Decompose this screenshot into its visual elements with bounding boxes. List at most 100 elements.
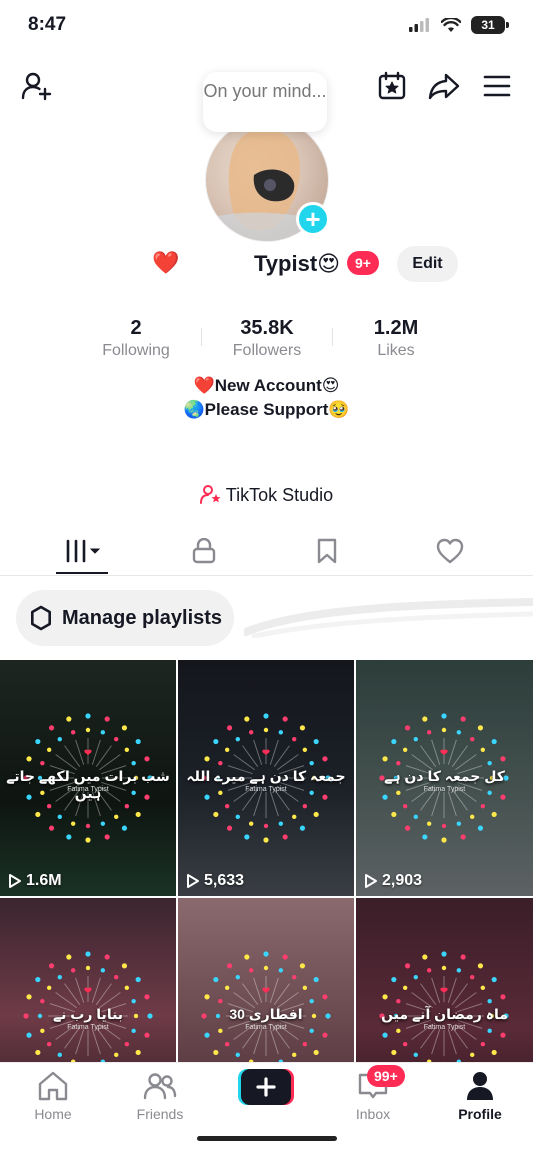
ring-ray — [242, 745, 259, 767]
manage-playlists-button[interactable]: Manage playlists — [16, 590, 234, 646]
ring-dot — [382, 1032, 388, 1038]
ring-dot — [441, 727, 447, 733]
ring-dot — [213, 738, 219, 745]
ring-dot — [114, 814, 119, 820]
video-thumbnail[interactable]: ❤ 30 افطاری Fatima Typist — [178, 898, 354, 1062]
stat-followers[interactable]: 35.8K Followers — [202, 316, 332, 362]
ring-dot — [470, 1052, 475, 1058]
gear-icon — [30, 605, 51, 631]
ring-ray — [91, 977, 101, 1003]
ring-dot — [104, 716, 110, 722]
nav-profile[interactable]: Profile — [435, 1071, 525, 1122]
ring-dot — [226, 725, 233, 731]
share-icon[interactable] — [426, 68, 462, 104]
video-watermark: Fatima Typist — [67, 1024, 109, 1031]
ring-dot — [404, 725, 411, 731]
ring-dot — [114, 1052, 119, 1058]
status-icons: 31 — [409, 16, 509, 34]
ring-dot — [391, 738, 397, 745]
ring-dot — [100, 968, 106, 973]
ring-dot — [500, 756, 506, 762]
video-thumbnail[interactable]: ❤ جمعہ کا دن ہے میرے اللہ Fatima Typist … — [178, 660, 354, 896]
video-thumbnail[interactable]: ❤ شب برات میں لکھے جاتے ہیں Fatima Typis… — [0, 660, 176, 896]
ring-dot — [302, 804, 308, 809]
ring-ray — [242, 983, 259, 1005]
ring-dot — [487, 998, 492, 1004]
video-thumbnail[interactable]: ❤ کل جمعہ کا دن ہے Fatima Typist 2,903 — [356, 660, 533, 896]
ring-dot — [313, 976, 319, 983]
calendar-star-icon[interactable] — [374, 68, 410, 104]
video-watermark: Fatima Typist — [245, 786, 287, 793]
ring-dot — [224, 985, 230, 990]
battery-icon: 31 — [471, 16, 509, 34]
ring-dot — [292, 1052, 297, 1058]
tiktok-studio-link[interactable]: TikTok Studio — [0, 484, 533, 506]
ring-ray — [269, 791, 279, 817]
nav-home[interactable]: Home — [8, 1071, 98, 1122]
ring-dot — [313, 1049, 319, 1056]
edit-profile-button[interactable]: Edit — [397, 246, 458, 282]
likes-count: 1.2M — [373, 317, 419, 339]
ring-dot — [322, 1032, 328, 1038]
ring-dot — [413, 1052, 418, 1058]
ring-dot — [104, 834, 110, 840]
ring-dot — [477, 725, 484, 731]
ring-dot — [226, 963, 233, 969]
nav-friends[interactable]: Friends — [115, 1071, 205, 1122]
ring-dot — [278, 821, 284, 826]
videos-grid-icon — [66, 539, 101, 563]
view-count: 1.6M — [8, 872, 62, 890]
plus-icon — [238, 1069, 294, 1105]
ring-dot — [470, 974, 475, 980]
ring-dot — [322, 794, 328, 800]
ring-dot — [391, 976, 397, 983]
ring-dot — [248, 730, 254, 735]
video-thumbnail[interactable]: ❤ بنایا رب نے Fatima Typist — [0, 898, 176, 1062]
username[interactable]: Typist😍 — [254, 251, 340, 277]
ring-ray — [269, 977, 279, 1003]
decorative-swoosh — [244, 598, 533, 638]
view-count-value: 5,633 — [204, 872, 245, 889]
ring-dot — [114, 974, 119, 980]
ring-dot — [218, 998, 223, 1004]
followers-count: 35.8K — [240, 317, 294, 339]
ring-dot — [404, 825, 411, 831]
ring-dot — [460, 716, 466, 722]
ring-dot — [46, 985, 52, 990]
ring-ray — [95, 745, 112, 767]
ring-dot — [57, 814, 62, 820]
content-tabs — [0, 528, 533, 576]
ring-ray — [64, 983, 81, 1005]
ring-dot — [124, 985, 130, 990]
create-button[interactable] — [238, 1069, 294, 1105]
stat-likes[interactable]: 1.2M Likes — [331, 316, 461, 362]
add-story-icon[interactable]: + — [296, 202, 330, 236]
tab-liked[interactable] — [420, 528, 480, 574]
ring-dot — [299, 825, 306, 831]
ring-dot — [85, 837, 91, 843]
nav-profile-label: Profile — [458, 1106, 502, 1122]
notification-badge[interactable]: 9+ — [347, 251, 379, 275]
video-watermark: Fatima Typist — [423, 786, 466, 793]
menu-icon[interactable] — [479, 68, 515, 104]
ring-dot — [114, 736, 119, 742]
bottom-nav: Home Friends Inbox 99+ Profile — [0, 1062, 533, 1156]
add-friend-icon[interactable] — [18, 68, 54, 104]
thought-bubble[interactable]: On your mind... — [203, 72, 327, 132]
ring-dot — [292, 814, 297, 820]
ring-dot — [26, 1032, 32, 1038]
video-thumbnail[interactable]: ❤ ماہ رمضان آنے میں Fatima Typist — [356, 898, 533, 1062]
view-count: 5,633 — [186, 872, 244, 890]
ring-dot — [121, 825, 128, 831]
ring-ray — [447, 977, 457, 1003]
ring-dot — [66, 834, 72, 840]
tab-favorites[interactable] — [297, 528, 357, 574]
tab-private[interactable] — [174, 528, 234, 574]
ring-dot — [391, 1049, 397, 1056]
view-count-value: 2,903 — [382, 872, 423, 889]
ring-dot — [263, 837, 269, 843]
stat-following[interactable]: 2 Following — [71, 316, 201, 362]
ring-dot — [413, 974, 418, 980]
tab-videos[interactable] — [54, 528, 114, 574]
wifi-icon — [441, 17, 461, 32]
